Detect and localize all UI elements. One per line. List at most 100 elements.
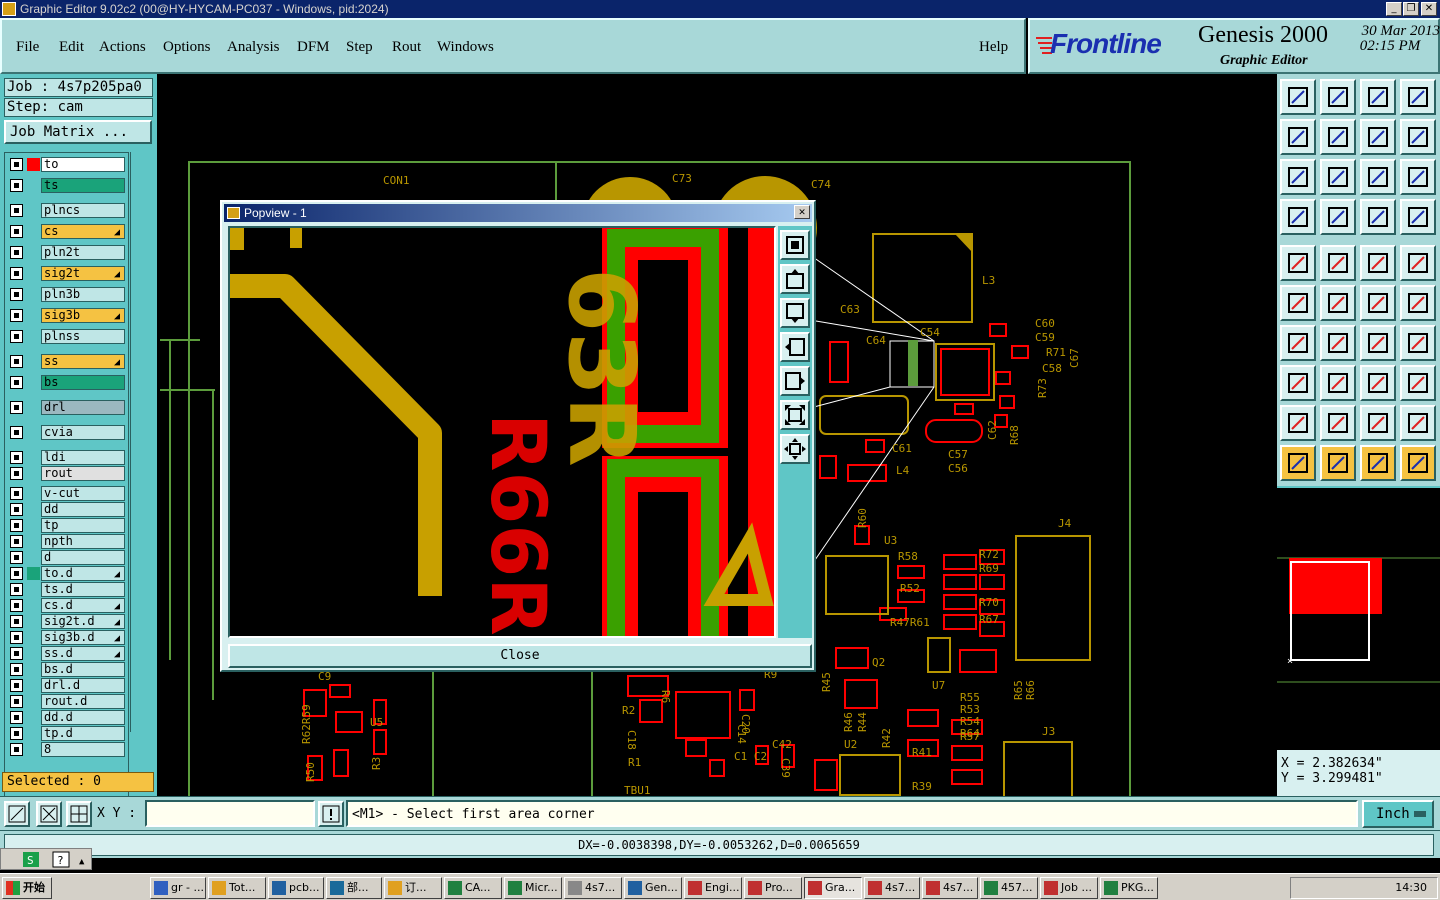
layer-name[interactable]: to (41, 157, 125, 172)
popview-pan-right-button[interactable] (780, 366, 810, 396)
layer-checkbox[interactable] (10, 309, 23, 322)
taskbar-item[interactable]: Micr... (504, 877, 562, 899)
menu-step[interactable]: Step (346, 39, 373, 56)
route-path-button[interactable] (1400, 445, 1436, 481)
menu-file[interactable]: File (16, 39, 39, 56)
popview-canvas[interactable]: 63R R66R (228, 226, 776, 638)
minimize-button[interactable]: _ (1386, 2, 1402, 16)
layer-checkbox[interactable] (10, 426, 23, 439)
layer-name[interactable]: ldi (41, 450, 125, 465)
pointer-alt-button[interactable] (1360, 445, 1396, 481)
layer-checkbox[interactable] (10, 679, 23, 692)
vector-add-button[interactable] (1360, 285, 1396, 321)
popview-fit-button[interactable] (780, 400, 810, 430)
open-job-button[interactable] (1280, 79, 1316, 115)
popview-close-button[interactable]: Close (228, 644, 812, 668)
layer-row-to[interactable]: to (7, 157, 127, 172)
close-window-button[interactable]: ✕ (1421, 2, 1437, 16)
layer-color-swatch[interactable] (27, 567, 40, 580)
layer-row-tp[interactable]: tp (7, 518, 127, 533)
layer-row-pln2t[interactable]: pln2t (7, 245, 127, 260)
layer-name[interactable]: v-cut (41, 486, 125, 501)
step-icon-button[interactable] (1360, 119, 1396, 155)
layer-checkbox[interactable] (10, 535, 23, 548)
center-button[interactable] (1320, 159, 1356, 195)
layer-checkbox[interactable] (10, 204, 23, 217)
overview-map[interactable]: × (1277, 486, 1440, 750)
layer-row-ss.d[interactable]: ss.d ◢ (7, 646, 127, 661)
layer-name[interactable]: 8 (41, 742, 125, 757)
layer-checkbox[interactable] (10, 615, 23, 628)
layer-name[interactable]: sig2t.d ◢ (41, 614, 125, 629)
taskbar-item[interactable]: 4s7... (564, 877, 622, 899)
angle-button[interactable] (1280, 325, 1316, 361)
layer-name[interactable]: cs ◢ (41, 224, 125, 239)
layer-name[interactable]: cvia (41, 425, 125, 440)
zoom-1-2-button[interactable] (1360, 159, 1396, 195)
layer-name[interactable]: plncs (41, 203, 125, 218)
menu-dfm[interactable]: DFM (297, 39, 330, 56)
layer-row-bs[interactable]: bs (7, 375, 127, 390)
layer-row-sig2t[interactable]: sig2t ◢ (7, 266, 127, 281)
layer-checkbox[interactable] (10, 355, 23, 368)
layer-name[interactable]: dd.d (41, 710, 125, 725)
snap-button[interactable] (36, 801, 62, 827)
layer-row-npth[interactable]: npth (7, 534, 127, 549)
taskbar-item[interactable]: Gen... (624, 877, 682, 899)
layer-name[interactable]: plnss (41, 329, 125, 344)
layer-row-to.d[interactable]: to.d ◢ (7, 566, 127, 581)
taskbar-item[interactable]: gr - ... (150, 877, 206, 899)
taskbar-item[interactable]: pcb... (268, 877, 324, 899)
layer-row-ss[interactable]: ss ◢ (7, 354, 127, 369)
save-button[interactable] (1320, 79, 1356, 115)
layer-name[interactable]: npth (41, 534, 125, 549)
layer-checkbox[interactable] (10, 551, 23, 564)
layer-name[interactable]: ss.d ◢ (41, 646, 125, 661)
taskbar-item[interactable]: PKG... (1100, 877, 1158, 899)
layer-row-plncs[interactable]: plncs (7, 203, 127, 218)
layer-checkbox[interactable] (10, 583, 23, 596)
layer-checkbox[interactable] (10, 246, 23, 259)
window-layout-button[interactable] (1400, 79, 1436, 115)
select-feature-button[interactable] (1280, 245, 1316, 281)
layer-checkbox[interactable] (10, 288, 23, 301)
menu-help[interactable]: Help (979, 39, 1008, 56)
taskbar-item[interactable]: Gra... (804, 877, 862, 899)
layer-checkbox[interactable] (10, 451, 23, 464)
layer-row-drl[interactable]: drl (7, 400, 127, 415)
layer-checkbox[interactable] (10, 330, 23, 343)
menu-analysis[interactable]: Analysis (227, 39, 280, 56)
triangle-marker-button[interactable] (1360, 405, 1396, 441)
layers-red-button[interactable] (1360, 199, 1396, 235)
menu-actions[interactable]: Actions (99, 39, 146, 56)
layer-checkbox[interactable] (10, 267, 23, 280)
layer-row-sig3b[interactable]: sig3b ◢ (7, 308, 127, 323)
unit-selector[interactable]: Inch (1362, 800, 1434, 828)
taskbar-item[interactable]: 4s7... (922, 877, 978, 899)
export-button[interactable] (1320, 119, 1356, 155)
mirror-button[interactable] (1400, 325, 1436, 361)
layer-checkbox[interactable] (10, 158, 23, 171)
circle-fill-button[interactable] (1400, 245, 1436, 281)
layer-row-cs.d[interactable]: cs.d ◢ (7, 598, 127, 613)
help-query-button[interactable] (1400, 159, 1436, 195)
triangle-red-button[interactable] (1280, 405, 1316, 441)
layer-checkbox[interactable] (10, 503, 23, 516)
rotate-button[interactable] (1360, 325, 1396, 361)
layer-name[interactable]: pln2t (41, 245, 125, 260)
layer-row-tp.d[interactable]: tp.d (7, 726, 127, 741)
popview-close-icon[interactable]: ✕ (794, 205, 810, 219)
fit-screen-button[interactable] (1280, 159, 1316, 195)
layer-name[interactable]: cs.d ◢ (41, 598, 125, 613)
menu-edit[interactable]: Edit (59, 39, 84, 56)
layer-scrollbar[interactable] (130, 152, 152, 732)
layer-row-plnss[interactable]: plnss (7, 329, 127, 344)
layer-name[interactable]: drl.d (41, 678, 125, 693)
start-button[interactable]: 开始 (2, 877, 52, 899)
layer-row-cs[interactable]: cs ◢ (7, 224, 127, 239)
spread-button[interactable] (1400, 365, 1436, 401)
layer-name[interactable]: ts (41, 178, 125, 193)
menu-options[interactable]: Options (163, 39, 211, 56)
layer-name[interactable]: d (41, 550, 125, 565)
layer-name[interactable]: ss ◢ (41, 354, 125, 369)
